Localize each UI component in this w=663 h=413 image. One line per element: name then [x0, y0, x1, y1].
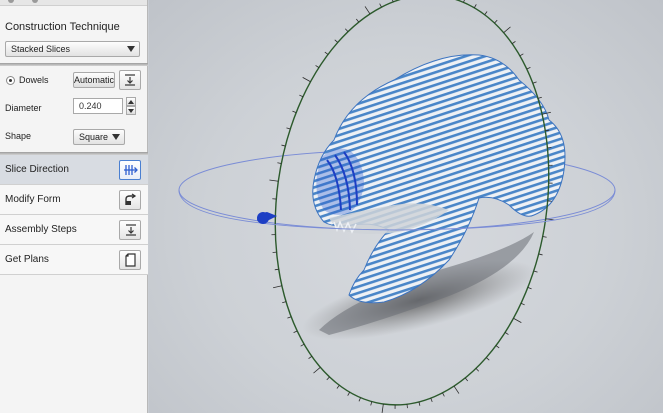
rotation-handle-knob[interactable] — [257, 212, 269, 224]
toolbar-dot-icon[interactable] — [32, 0, 38, 3]
ring-tick — [442, 392, 445, 397]
ring-tick — [302, 77, 311, 83]
step-label: Slice Direction — [5, 164, 69, 175]
ring-tick — [315, 65, 320, 68]
ring-tick — [379, 3, 382, 8]
viewport-scene — [178, 0, 616, 413]
get-plans-button[interactable] — [119, 250, 141, 270]
ring-tick — [370, 401, 373, 406]
ring-tick — [475, 368, 480, 372]
ring-tick — [336, 385, 340, 389]
ring-tick — [300, 343, 305, 347]
ring-tick — [313, 366, 321, 374]
ring-tick — [520, 302, 525, 306]
construction-technique-title: Construction Technique — [5, 21, 120, 33]
ring-tick — [430, 397, 433, 402]
stepper-down-icon[interactable] — [126, 106, 136, 115]
step-slice-direction[interactable]: Slice Direction — [0, 155, 148, 185]
ring-tick — [308, 355, 313, 359]
ring-tick — [269, 179, 279, 182]
ring-tick — [364, 6, 371, 15]
ring-tick — [527, 287, 532, 290]
dowels-label: Dowels — [19, 75, 49, 85]
ring-tick — [273, 285, 282, 289]
ring-tick — [538, 253, 543, 256]
ring-tick — [494, 19, 498, 24]
shape-select-value: Square — [79, 132, 109, 142]
divider — [0, 63, 148, 66]
ring-tick — [344, 28, 349, 32]
assembly-steps-button[interactable] — [119, 220, 141, 240]
ring-tick — [504, 332, 509, 335]
ring-tick — [286, 127, 291, 130]
slice-direction-icon — [124, 165, 138, 175]
ring-tick — [287, 316, 292, 319]
step-assembly-steps[interactable]: Assembly Steps — [0, 215, 148, 245]
ring-tick — [532, 81, 537, 84]
ring-tick — [418, 401, 421, 406]
step-get-plans[interactable]: Get Plans — [0, 245, 148, 275]
ring-tick — [511, 41, 516, 45]
ring-tick — [485, 357, 490, 361]
left-panel: Construction Technique Stacked Slices Do… — [0, 0, 148, 413]
shape-label: Shape — [5, 131, 32, 141]
ring-tick — [453, 385, 460, 394]
ring-tick — [292, 110, 297, 113]
modify-form-button[interactable] — [119, 190, 141, 210]
ring-tick — [299, 94, 304, 98]
ring-tick — [355, 18, 360, 23]
ring-tick — [334, 39, 339, 43]
modify-form-icon — [125, 193, 137, 205]
diameter-input[interactable]: 0.240 — [73, 98, 123, 114]
slice-direction-button[interactable] — [119, 160, 141, 180]
chevron-down-icon — [127, 46, 135, 52]
get-plans-icon — [125, 253, 136, 267]
ring-tick — [381, 403, 384, 413]
technique-select[interactable]: Stacked Slices — [5, 41, 140, 57]
ring-tick — [324, 51, 329, 55]
ring-tick — [484, 11, 488, 15]
ring-tick — [473, 4, 477, 9]
toolbar-dot-icon[interactable] — [8, 0, 14, 3]
ring-tick — [347, 391, 351, 396]
align-icon — [125, 74, 135, 86]
step-label: Get Plans — [5, 254, 49, 265]
ring-tick — [326, 376, 330, 381]
step-label: Modify Form — [5, 194, 61, 205]
shape-select[interactable]: Square — [73, 129, 125, 145]
ring-tick — [293, 330, 298, 334]
stepper-up-icon[interactable] — [126, 97, 136, 106]
ring-tick — [519, 53, 524, 57]
assembly-steps-icon — [126, 224, 136, 236]
ring-tick — [503, 26, 511, 34]
ring-tick — [537, 96, 542, 99]
step-modify-form[interactable]: Modify Form — [0, 185, 148, 215]
ring-tick — [495, 345, 500, 349]
step-label: Assembly Steps — [5, 224, 77, 235]
top-toolbar-strip — [0, 0, 147, 6]
diameter-stepper[interactable] — [126, 97, 136, 115]
technique-select-value: Stacked Slices — [11, 44, 71, 54]
dowels-radio[interactable] — [6, 76, 15, 85]
diameter-label: Diameter — [5, 103, 42, 113]
ring-tick — [513, 317, 522, 323]
dowel-options-button[interactable] — [119, 70, 141, 90]
chevron-down-icon — [112, 134, 120, 140]
ring-tick — [281, 144, 286, 147]
ring-tick — [526, 66, 531, 70]
ring-tick — [464, 377, 469, 382]
automatic-button[interactable]: Automatic — [73, 72, 115, 88]
3d-viewport[interactable] — [149, 0, 663, 413]
ring-tick — [282, 301, 287, 304]
ring-tick — [358, 397, 361, 402]
